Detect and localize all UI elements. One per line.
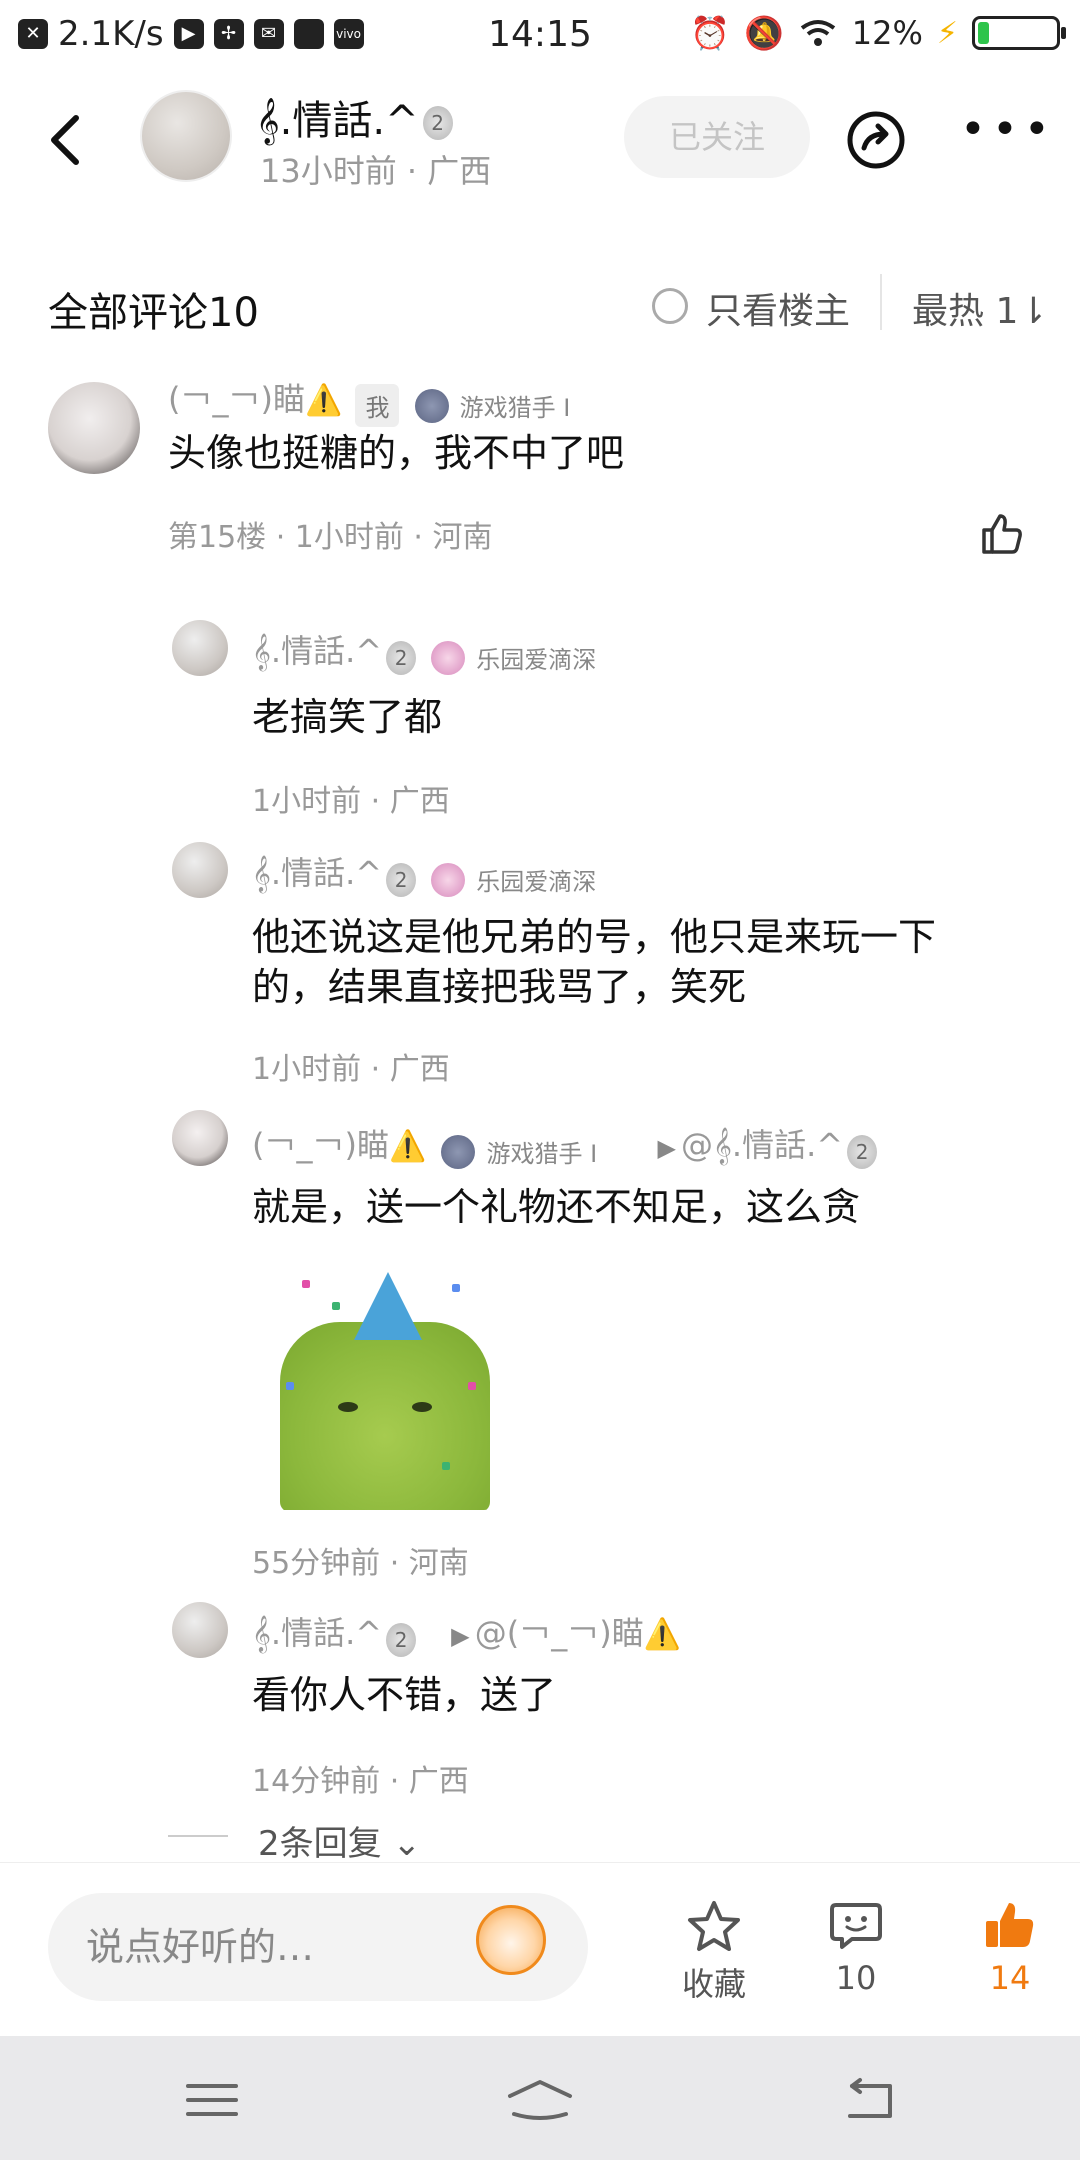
charging-icon: ⚡ (936, 15, 958, 51)
mute-bell-icon: 🔕 (743, 14, 784, 52)
reply-author-row: 𝄞.情話.^ 2 乐园爱滴深 (252, 626, 596, 675)
silver-medal-icon: 2 (386, 1622, 417, 1657)
confetti (286, 1382, 294, 1390)
reply-meta: 55分钟前 · 河南 (252, 1546, 469, 1581)
like-count: 14 (989, 1959, 1031, 1997)
share-icon[interactable] (846, 110, 906, 170)
author-name[interactable]: 𝄞.情話.^ 2 (256, 88, 453, 146)
reply-to[interactable]: @(￢_￢)瞄 (475, 1614, 644, 1652)
reply-author[interactable]: 𝄞.情話.^ (252, 632, 382, 670)
comments-header: 全部评论10 只看楼主 最热 1⇂ (0, 270, 1080, 340)
sticker-eye (412, 1402, 432, 1412)
author-meta: 13小时前 · 广西 (260, 152, 492, 190)
confetti (332, 1302, 340, 1310)
reply-author[interactable]: 𝄞.情話.^ (252, 1614, 382, 1652)
battery-icon (972, 16, 1066, 50)
comments-title: 全部评论10 (48, 290, 259, 336)
reply-text-line1: 他还说这是他兄弟的号，他只是来玩一下 (252, 915, 937, 959)
reply-author[interactable]: 𝄞.情話.^ (252, 854, 382, 892)
emoji-mascot-icon[interactable] (476, 1905, 546, 1975)
game-hunter-badge-icon (441, 1134, 476, 1169)
confetti (442, 1462, 450, 1470)
reply-avatar[interactable] (172, 620, 228, 676)
alarm-icon: ⏰ (690, 14, 730, 52)
reply-to[interactable]: @𝄞.情話.^ (681, 1126, 843, 1164)
silver-medal-icon: 2 (386, 640, 417, 675)
star-icon (688, 1901, 740, 1951)
reply-badge: 乐园爱滴深 (476, 646, 597, 674)
collect-button[interactable]: 收藏 (654, 1899, 774, 2005)
confetti (468, 1382, 476, 1390)
sticker-image[interactable] (272, 1262, 496, 1510)
status-bar: ✕ 2.1K/s ▶ ✢ ✉ vivo 14:15 ⏰ 🔕 12% ⚡ (0, 0, 1080, 72)
reply-author[interactable]: (￢_￢)瞄 (252, 1126, 389, 1164)
reply-text: 老搞笑了都 (252, 695, 443, 739)
reply-meta: 1小时前 · 广西 (252, 1052, 450, 1087)
sticker-eye (338, 1402, 358, 1412)
comment-author-row: (￢_￢)瞄⚠️ 我 游戏猎手 I (168, 374, 570, 427)
commenter-avatar[interactable] (48, 382, 140, 474)
reply-avatar[interactable] (172, 1602, 228, 1658)
system-nav-bar (0, 2036, 1080, 2160)
silver-medal-icon: 2 (422, 106, 453, 140)
back-button[interactable] (44, 110, 84, 179)
divider (880, 274, 882, 330)
reply-avatar[interactable] (172, 842, 228, 898)
warning-icon: ⚠️ (304, 383, 343, 418)
replies-divider (168, 1835, 228, 1837)
post-header: 𝄞.情話.^ 2 13小时前 · 广西 已关注 ••• (0, 80, 1080, 210)
comment-count: 10 (835, 1959, 877, 1997)
comment-author[interactable]: (￢_￢)瞄 (168, 380, 305, 418)
collect-label: 收藏 (681, 1965, 746, 2003)
chevron-left-icon (51, 115, 79, 165)
status-right: ⏰ 🔕 12% ⚡ (690, 14, 1066, 52)
comment-badge: 游戏猎手 I (459, 394, 571, 422)
menu-icon[interactable] (182, 2076, 242, 2124)
thumbs-up-icon[interactable] (978, 510, 1026, 558)
warning-icon: ⚠️ (643, 1617, 682, 1652)
reply-avatar[interactable] (172, 1110, 228, 1166)
reply-meta: 14分钟前 · 广西 (252, 1764, 469, 1799)
reply-author-row: (￢_￢)瞄⚠️ 游戏猎手 I ▶ @𝄞.情話.^ 2 (252, 1120, 878, 1169)
follow-button[interactable]: 已关注 (624, 96, 810, 178)
owner-only-radio[interactable] (652, 288, 688, 324)
self-tag: 我 (355, 384, 400, 427)
more-options-button[interactable]: ••• (960, 104, 1056, 155)
game-hunter-badge-icon (414, 388, 449, 423)
reply-text-line2: 的，结果直接把我骂了，笑死 (252, 965, 747, 1009)
wifi-icon (800, 20, 835, 46)
bottom-action-bar: 说点好听的… 收藏 10 14 (0, 1862, 1080, 2036)
sort-toggle[interactable]: 最热 1⇂ (912, 282, 1049, 334)
paradise-badge-icon (431, 862, 466, 897)
play-arrow-icon: ▶ (657, 1134, 676, 1162)
paradise-badge-icon (431, 640, 466, 675)
thumbs-up-filled-icon (986, 1903, 1034, 1947)
home-icon[interactable] (504, 2076, 576, 2124)
reply-badge: 乐园爱滴深 (476, 868, 597, 896)
comment-text: 头像也挺糖的，我不中了吧 (168, 431, 625, 475)
expand-replies-button[interactable]: 2条回复 ⌄ (258, 1816, 421, 1865)
battery-percent: 12% (851, 14, 923, 52)
author-avatar[interactable] (140, 90, 232, 182)
warning-icon: ⚠️ (388, 1129, 427, 1164)
reply-meta: 1小时前 · 广西 (252, 784, 450, 819)
confetti (452, 1284, 460, 1292)
sticker-cat (280, 1322, 490, 1510)
owner-only-label[interactable]: 只看楼主 (706, 282, 850, 334)
reply-badge: 游戏猎手 I (486, 1140, 598, 1168)
reply-author-row: 𝄞.情話.^ 2 乐园爱滴深 (252, 848, 596, 897)
reply-author-row: 𝄞.情話.^ 2 ▶ @(￢_￢)瞄⚠️ (252, 1608, 681, 1657)
reply-text: 看你人不错，送了 (252, 1673, 557, 1717)
back-nav-icon[interactable] (840, 2076, 900, 2124)
silver-medal-icon: 2 (386, 862, 417, 897)
comment-bubble-icon (830, 1903, 882, 1949)
reply-text: 就是，送一个礼物还不知足，这么贪 (252, 1185, 861, 1229)
party-hat (354, 1272, 422, 1340)
comments-button[interactable]: 10 (796, 1899, 916, 1997)
comment-meta: 第15楼 · 1小时前 · 河南 (168, 520, 493, 555)
play-arrow-icon: ▶ (451, 1622, 470, 1650)
silver-medal-icon: 2 (847, 1134, 878, 1169)
confetti (302, 1280, 310, 1288)
like-button[interactable]: 14 (950, 1899, 1070, 1997)
